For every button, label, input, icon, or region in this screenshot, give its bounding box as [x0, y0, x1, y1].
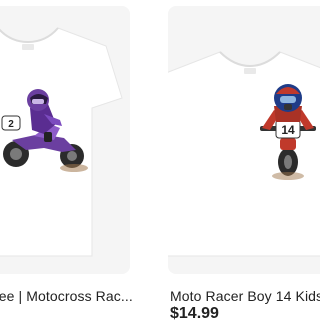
product-card[interactable]: 14 Moto Racer Boy 14 Kids $14.99: [168, 6, 320, 320]
product-title[interactable]: Moto Racer Boy 14 Kids: [170, 288, 320, 304]
product-price: $14.99: [170, 305, 219, 320]
tshirt-purple-rider-icon: 2: [0, 27, 123, 257]
product-image[interactable]: 2: [0, 6, 130, 274]
svg-text:2: 2: [8, 119, 14, 130]
product-grid: 2 d Tee | Motocross Rac...: [0, 0, 320, 320]
product-image[interactable]: 14: [168, 6, 320, 274]
product-title[interactable]: d Tee | Motocross Rac...: [0, 288, 133, 304]
tshirt-red-rider-icon: 14: [168, 51, 320, 257]
svg-text:14: 14: [281, 123, 295, 137]
product-card[interactable]: 2 d Tee | Motocross Rac...: [0, 6, 133, 304]
